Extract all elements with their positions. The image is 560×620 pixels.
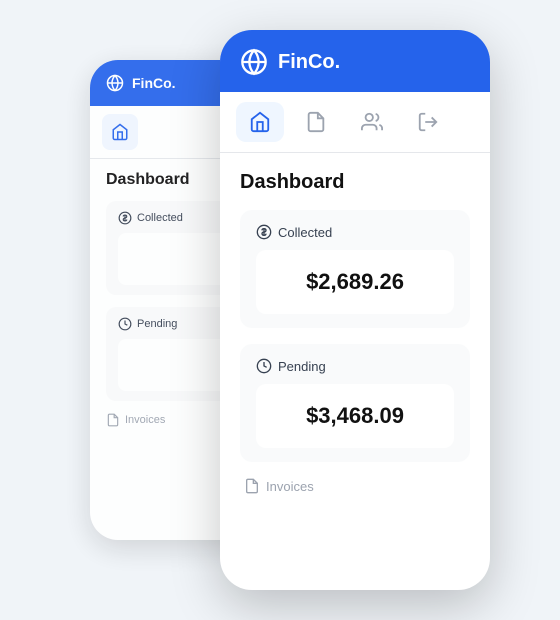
front-pending-value: $3,468.09 [306,403,404,429]
back-app-name: FinCo. [132,75,176,91]
front-phone-header: FinCo. [220,30,490,92]
front-pending-value-area: $3,468.09 [256,384,454,448]
logout-icon-front [417,111,439,133]
front-nav-bar [220,92,490,153]
phones-container: FinCo. Dashboard Collected [70,30,490,590]
home-icon-front [249,111,271,133]
clock-icon-back [118,317,132,331]
front-content: Dashboard Collected $2,689.26 [220,153,490,512]
dollar-icon-back [118,211,132,225]
front-invoices-section: Invoices [240,478,470,494]
front-invoices-label: Invoices [266,479,314,494]
doc-icon-back [106,413,120,427]
front-collected-label: Collected [256,224,454,240]
invoices-icon-front [244,478,260,494]
front-pending-card: Pending $3,468.09 [240,344,470,462]
dollar-circle-icon [256,224,272,240]
front-app-name: FinCo. [278,51,340,74]
front-nav-users[interactable] [348,102,396,142]
clock-icon-front [256,358,272,374]
front-collected-card: Collected $2,689.26 [240,210,470,328]
users-icon-front [361,111,383,133]
front-nav-logout[interactable] [404,102,452,142]
front-pending-label: Pending [256,358,454,374]
back-nav-home[interactable] [102,114,138,150]
phone-front: FinCo. [220,30,490,590]
front-collected-value-area: $2,689.26 [256,250,454,314]
front-nav-docs[interactable] [292,102,340,142]
doc-icon-front [305,111,327,133]
home-icon-back [111,123,129,141]
globe-icon-back [106,74,124,92]
globe-icon-front [240,48,268,76]
front-nav-home[interactable] [236,102,284,142]
front-collected-value: $2,689.26 [306,269,404,295]
front-page-title: Dashboard [240,171,470,194]
